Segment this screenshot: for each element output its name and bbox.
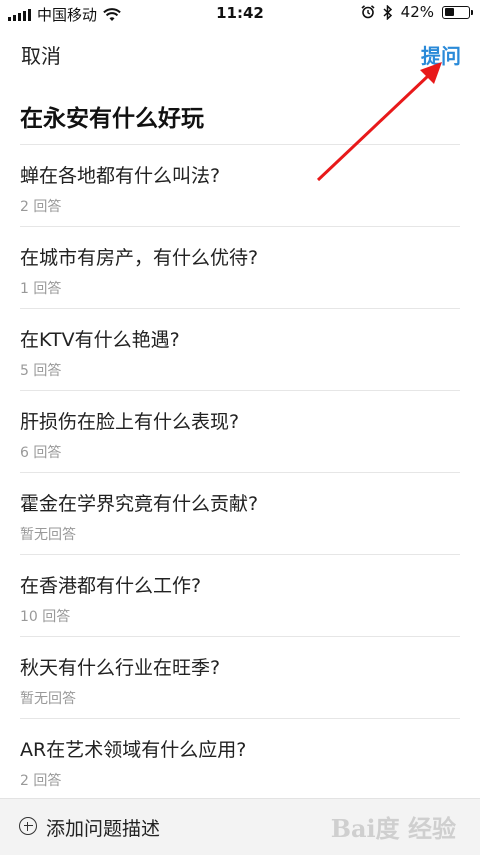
answer-count: 暂无回答 — [20, 527, 76, 543]
similar-questions-list: 蝉在各地都有什么叫法? 2 回答 在城市有房产，有什么优待? 1 回答 在KTV… — [0, 144, 480, 800]
add-description-label: 添加问题描述 — [46, 818, 161, 840]
plus-circle-icon — [19, 817, 37, 835]
battery-fill — [444, 8, 454, 16]
question-text: AR在艺术领域有什么应用? — [20, 739, 247, 761]
list-item[interactable]: 肝损伤在脸上有什么表现? 6 回答 — [0, 390, 480, 472]
answer-count: 暂无回答 — [20, 691, 76, 707]
question-text: 肝损伤在脸上有什么表现? — [20, 411, 240, 433]
answer-count: 2 回答 — [20, 773, 62, 789]
list-item[interactable]: 在KTV有什么艳遇? 5 回答 — [0, 308, 480, 390]
battery-percent: 42% — [400, 3, 434, 21]
question-text: 蝉在各地都有什么叫法? — [20, 165, 221, 187]
cancel-button[interactable]: 取消 — [21, 40, 61, 69]
watermark: Bai度 经验 — [330, 814, 456, 843]
question-text: 在KTV有什么艳遇? — [20, 329, 180, 351]
status-right: 42% — [361, 3, 473, 21]
question-text: 秋天有什么行业在旺季? — [20, 657, 221, 679]
list-item[interactable]: 在香港都有什么工作? 10 回答 — [0, 554, 480, 636]
question-text: 在香港都有什么工作? — [20, 575, 202, 597]
list-item[interactable]: 在城市有房产，有什么优待? 1 回答 — [0, 226, 480, 308]
add-description-bar[interactable]: 添加问题描述 Bai度 经验 — [0, 798, 480, 855]
question-title[interactable]: 在永安有什么好玩 — [20, 99, 204, 133]
answer-count: 10 回答 — [20, 609, 71, 625]
answer-count: 2 回答 — [20, 199, 62, 215]
alarm-icon — [361, 5, 375, 19]
list-item[interactable]: AR在艺术领域有什么应用? 2 回答 — [0, 718, 480, 800]
list-item[interactable]: 霍金在学界究竟有什么贡献? 暂无回答 — [0, 472, 480, 554]
answer-count: 5 回答 — [20, 363, 62, 379]
status-bar: 中国移动 11:42 42% — [0, 0, 480, 26]
battery-icon — [442, 5, 473, 19]
answer-count: 1 回答 — [20, 281, 62, 297]
question-text: 霍金在学界究竟有什么贡献? — [20, 493, 259, 515]
ask-button[interactable]: 提问 — [421, 40, 461, 69]
bluetooth-icon — [383, 4, 392, 20]
answer-count: 6 回答 — [20, 445, 62, 461]
question-text: 在城市有房产，有什么优待? — [20, 247, 259, 269]
list-item[interactable]: 蝉在各地都有什么叫法? 2 回答 — [0, 144, 480, 226]
list-item[interactable]: 秋天有什么行业在旺季? 暂无回答 — [0, 636, 480, 718]
